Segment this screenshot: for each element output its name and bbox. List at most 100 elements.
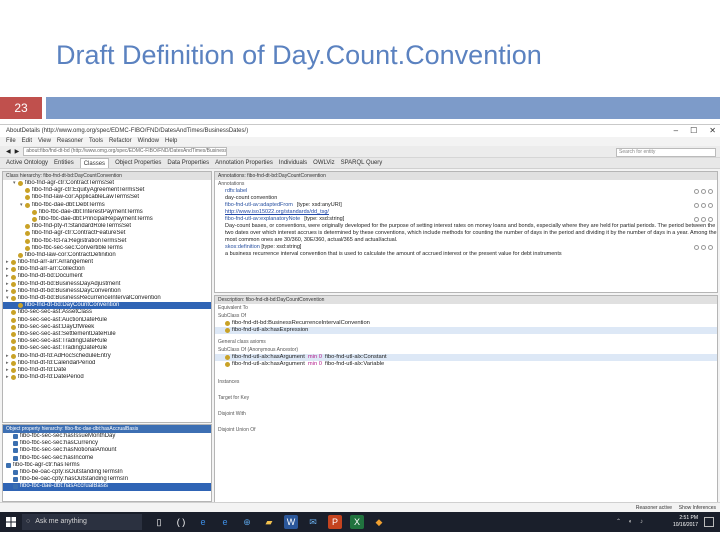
property-tree-item[interactable]: fibo-be-oac-cpty:isOutstandingTermsIn xyxy=(3,469,211,476)
menu-refactor[interactable]: Refactor xyxy=(109,137,132,146)
class-tree-item[interactable]: fibo-fbc-sec-sec:ConvertibleTerms xyxy=(3,245,211,252)
class-tree-item[interactable]: ▾ fibo-fbc-dae-dbt:DebtTerms xyxy=(3,202,211,209)
system-tray-icons[interactable]: ⌃ ◐ ♪ xyxy=(616,518,646,525)
tab-owlviz[interactable]: OWLViz xyxy=(313,158,334,168)
menu-help[interactable]: Help xyxy=(165,137,177,146)
tab-annotation-properties[interactable]: Annotation Properties xyxy=(215,158,273,168)
class-tree-item[interactable]: ▸ fibo-fnd-dt-bd:BusinessDayConvention xyxy=(3,288,211,295)
close-icon[interactable]: ✕ xyxy=(709,125,716,137)
annotation-row[interactable]: http://www.iso15022.org/standards/dd_tsg… xyxy=(215,209,717,216)
tab-active-ontology[interactable]: Active Ontology xyxy=(6,158,48,168)
class-tree-item[interactable]: ▸ fibo-fnd-dt-bd:BusinessDayAdjustment xyxy=(3,281,211,288)
class-tree-item[interactable]: fibo-fnd-agr-ctr:ContractFeatureSet xyxy=(3,230,211,237)
class-tree-item[interactable]: fibo-fbc-dae-dbt:PrincipalRepaymentTerms xyxy=(3,216,211,223)
class-tree-item[interactable]: ▸ fibo-fnd-dt-fd:CalendarPeriod xyxy=(3,360,211,367)
cortana-icon[interactable]: ( ) xyxy=(174,515,188,529)
expand-icon[interactable]: ▸ xyxy=(6,374,10,381)
expand-icon[interactable]: ▸ xyxy=(6,353,10,360)
class-tree-item[interactable]: ▸ fibo-fnd-arr-arr:Collection xyxy=(3,266,211,273)
edit-icon[interactable] xyxy=(708,189,713,194)
class-tree-item[interactable]: fibo-sec-sec-ast:AuctionDateRule xyxy=(3,317,211,324)
folder-icon[interactable]: ▰ xyxy=(262,515,276,529)
class-tree-item[interactable]: fibo-sec-sec-ast:SettlementDateRule xyxy=(3,331,211,338)
tab-individuals[interactable]: Individuals xyxy=(279,158,307,168)
entity-search-input[interactable]: Search for entity xyxy=(616,148,716,157)
instances-label[interactable]: Instances xyxy=(215,378,717,386)
info-icon[interactable] xyxy=(694,217,699,222)
mail-icon[interactable]: ✉ xyxy=(306,515,320,529)
expand-icon[interactable]: ▸ xyxy=(6,367,10,374)
ancestor-row[interactable]: fibo-fnd-utl-alx:hasArgument min 0 fibo-fn… xyxy=(215,361,717,368)
class-tree-item[interactable]: fibo-fnd-law-cor:ApplicableLawTermsSet xyxy=(3,194,211,201)
menu-reasoner[interactable]: Reasoner xyxy=(57,137,83,146)
class-tree-item[interactable]: ▸ fibo-fnd-dt-fd:Date xyxy=(3,367,211,374)
class-tree-item[interactable]: fibo-sec-sec-ast:AssetClass xyxy=(3,309,211,316)
ancestor-row[interactable]: fibo-fnd-utl-alx:hasArgument min 0 fibo-fn… xyxy=(215,354,717,361)
delete-icon[interactable] xyxy=(701,217,706,222)
expand-icon[interactable]: ▾ xyxy=(20,202,24,209)
expand-icon[interactable]: ▾ xyxy=(6,295,10,302)
powerpoint-icon[interactable]: P xyxy=(328,515,342,529)
protege-icon[interactable]: ◆ xyxy=(372,515,386,529)
tab-object-properties[interactable]: Object Properties xyxy=(115,158,161,168)
annotation-row[interactable]: fibo-fnd-utl-av:adaptedFrom [type: xsd:an… xyxy=(215,202,717,209)
tab-entities[interactable]: Entities xyxy=(54,158,74,168)
class-tree-item-selected[interactable]: fibo-fnd-dt-bd:DayCountConvention xyxy=(3,302,211,310)
class-tree-item[interactable]: fibo-fnd-agr-ctr:EquityAgreementTermsSet xyxy=(3,187,211,194)
task-view-icon[interactable]: ▯ xyxy=(152,515,166,529)
class-tree-item[interactable]: ▾ fibo-fnd-dt-bd:BusinessRecurrenceInterv… xyxy=(3,295,211,302)
property-tree-item[interactable]: fibo-fbc-sec-sec:hasIncome xyxy=(3,455,211,462)
class-tree-item[interactable]: ▸ fibo-fnd-arr-arr:Arrangement xyxy=(3,259,211,266)
annotation-row[interactable]: rdfs:label xyxy=(215,188,717,195)
property-tree-item[interactable]: fibo-fbc-sec-sec:hasIssueMonthDay xyxy=(3,433,211,440)
disjoint-with-label[interactable]: Disjoint With xyxy=(215,410,717,418)
class-tree-item[interactable]: ▸ fibo-fnd-dt-fd:AdHocScheduleEntry xyxy=(3,353,211,360)
taskbar-clock[interactable]: 2:51 PM 10/16/2017 xyxy=(673,515,698,529)
expand-icon[interactable]: ▸ xyxy=(6,288,10,295)
notification-icon[interactable] xyxy=(704,517,714,527)
menu-file[interactable]: File xyxy=(6,137,16,146)
equivalent-to-label[interactable]: Equivalent To xyxy=(215,304,717,312)
annotation-link[interactable]: http://www.iso15022.org/standards/dd_tsg… xyxy=(225,209,329,215)
class-tree-item[interactable]: fibo-fbc-fct-ra:RegistrationTermsSet xyxy=(3,238,211,245)
class-tree-item[interactable]: fibo-fnd-pty-rl:StandardRoleTermsSet xyxy=(3,223,211,230)
subclass-row[interactable]: fibo-fnd-dt-bd:BusinessRecurrenceInterva… xyxy=(215,320,717,327)
menu-window[interactable]: Window xyxy=(138,137,159,146)
subclass-of-label[interactable]: SubClass Of xyxy=(215,312,717,320)
expand-icon[interactable]: ▸ xyxy=(6,360,10,367)
tab-sparql-query[interactable]: SPARQL Query xyxy=(341,158,383,168)
expand-icon[interactable]: ▸ xyxy=(6,259,10,266)
menu-tools[interactable]: Tools xyxy=(89,137,103,146)
target-for-key-label[interactable]: Target for Key xyxy=(215,394,717,402)
class-tree-item[interactable]: fibo-sec-sec-ast:TradingDateRule xyxy=(3,345,211,352)
edit-icon[interactable] xyxy=(708,203,713,208)
tab-classes[interactable]: Classes xyxy=(79,158,110,168)
edge-icon[interactable]: e xyxy=(196,515,210,529)
expand-icon[interactable]: ▸ xyxy=(6,273,10,280)
subclass-row[interactable]: fibo-fnd-utl-alx:hasExpression xyxy=(215,327,717,334)
class-tree-item[interactable]: ▸ fibo-fnd-dt-fd:DatePeriod xyxy=(3,374,211,381)
annotation-row[interactable]: skos:definition [type: xsd:string] xyxy=(215,244,717,251)
taskbar-search[interactable]: ○ Ask me anything xyxy=(22,514,142,530)
class-tree-item[interactable]: fibo-fnd-law-cor:ContractDefinition xyxy=(3,252,211,259)
excel-icon[interactable]: X xyxy=(350,515,364,529)
property-tree-item[interactable]: fibo-be-oac-cpty:hasOutstandingTermsIn xyxy=(3,476,211,483)
property-tree-item-selected[interactable]: fibo-fbc-dae-dbt:hasAccrualBasis xyxy=(3,483,211,491)
annotation-row[interactable]: fibo-fnd-utl-av:explanatoryNote [type: xs… xyxy=(215,216,717,223)
annotation-row[interactable]: day-count convention xyxy=(215,195,717,202)
property-tree-item[interactable]: fibo-fbc-agr-ctr:hasTerms xyxy=(3,462,211,469)
expand-icon[interactable]: ▸ xyxy=(6,266,10,273)
class-tree-item[interactable]: fibo-sec-sec-ast:DayOfWeek xyxy=(3,324,211,331)
forward-icon[interactable]: ▶ xyxy=(15,148,20,155)
word-icon[interactable]: W xyxy=(284,515,298,529)
class-tree-item[interactable]: ▾ fibo-fnd-agr-ctr:ContractTermsSet xyxy=(3,180,211,187)
delete-icon[interactable] xyxy=(701,189,706,194)
back-icon[interactable]: ◀ xyxy=(6,148,11,155)
windows-start-icon[interactable] xyxy=(6,517,16,527)
class-tree-item[interactable]: fibo-fbc-dae-dbt:InterestPaymentTerms xyxy=(3,209,211,216)
info-icon[interactable] xyxy=(694,245,699,250)
delete-icon[interactable] xyxy=(701,245,706,250)
info-icon[interactable] xyxy=(694,203,699,208)
expand-icon[interactable]: ▸ xyxy=(6,281,10,288)
globe-icon[interactable]: ⊕ xyxy=(240,515,254,529)
